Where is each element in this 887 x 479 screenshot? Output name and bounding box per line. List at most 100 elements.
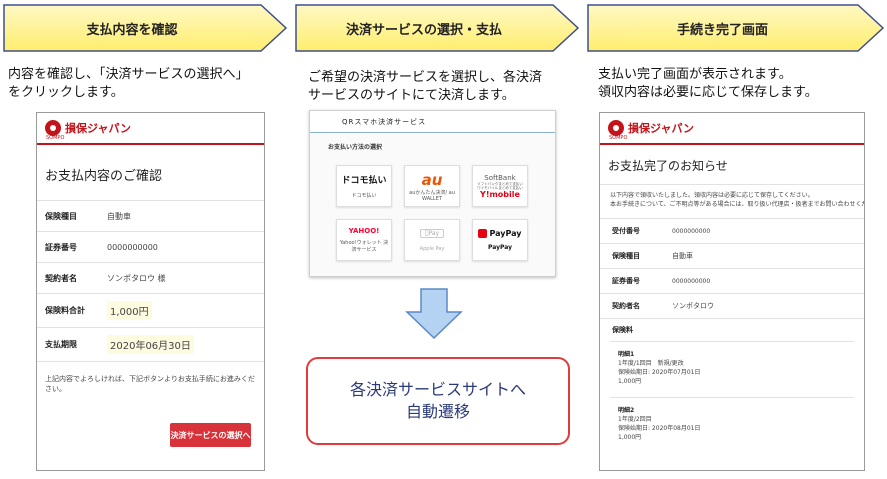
table-row: 保険料 <box>600 319 864 341</box>
step-description-1: 内容を確認し、「決済サービスの選択へ」 をクリックします。 <box>8 66 288 102</box>
table-row: 証券番号 0000000000 <box>37 232 264 263</box>
ymobile-logo: Y!mobile <box>480 189 520 199</box>
desc-line: サービスのサイトにて決済します。 <box>308 88 515 103</box>
softbank-pay-tile[interactable]: SoftBank ソフトバンクまとめて支払い ワイモバイルまとめて支払い Y!m… <box>472 165 528 207</box>
step-label: 手続き完了画面 <box>676 22 768 38</box>
row-label: 保険料合計 <box>45 306 85 315</box>
payment-subheader: お支払い方法の選択 <box>328 144 383 151</box>
row-value: 0000000000 <box>107 242 158 252</box>
row-value: 1,000円 <box>107 301 152 320</box>
row-value: 自動車 <box>107 211 131 221</box>
payment-header: QRスマホ決済サービス <box>310 111 555 133</box>
desc-line: 支払い完了画面が表示されます。 <box>598 67 792 82</box>
paypay-logo: PayPay <box>478 229 522 238</box>
desc-line: 内容を確認し、「決済サービスの選択へ」 <box>8 67 249 82</box>
auto-transition-box: 各決済サービスサイトへ 自動遷移 <box>306 357 570 445</box>
item-line: 保険始期日: 2020年08月01日 <box>618 425 701 432</box>
item-line: 1,000円 <box>618 378 642 385</box>
step-label: 支払内容を確認 <box>86 22 178 38</box>
table-row: 保険料合計 1,000円 <box>37 294 264 328</box>
down-arrow-icon <box>405 288 463 340</box>
yahoo-logo: YAHOO! <box>348 227 380 235</box>
item-line: 1,000円 <box>618 434 642 441</box>
tile-caption: ソフトバンクまとめて支払い ワイモバイルまとめて支払い <box>477 181 523 190</box>
brand-header: 損保ジャパン SOMPO <box>37 113 264 145</box>
transition-line: 自動遷移 <box>405 402 470 421</box>
apple-pay-tile[interactable]: Pay Apple Pay <box>404 219 460 261</box>
desc-line: 領収内容は必要に応じて保存します。 <box>598 85 818 100</box>
desc-line: をクリックします。 <box>8 85 124 100</box>
table-row: 契約者名 ソンポタロウ <box>600 294 864 319</box>
table-row: 保険種目 自動車 <box>37 201 264 232</box>
premium-item: 明細2 1年度/2回目 保険始期日: 2020年08月01日 1,000円 <box>610 397 854 442</box>
paypay-icon <box>478 229 488 238</box>
payment-service-select-button[interactable]: 決済サービスの選択へ <box>170 423 251 447</box>
au-logo: au <box>421 170 443 189</box>
message-line: 本お手続きについて、ご不明点等がある場合には、取り扱い代理店・扱者までお問い合わ… <box>610 201 864 208</box>
row-label: 契約者名 <box>45 273 77 283</box>
transition-line: 各決済サービスサイトへ <box>349 380 526 399</box>
message-line: 以下内容で領収いたしました。領収内容は必要に応じて保存してください。 <box>610 192 814 199</box>
complete-screen: 損保ジャパン SOMPO お支払完了のお知らせ 以下内容で領収いたしました。領収… <box>599 112 865 471</box>
row-label: 受付番号 <box>612 227 640 235</box>
row-label: 支払期限 <box>45 340 77 349</box>
paypay-logo-text: PayPay <box>489 229 522 238</box>
row-value: 0000000000 <box>672 277 711 285</box>
tile-caption: Yahoo!ウォレット 決済サービス <box>339 240 389 253</box>
table-row: 契約者名 ソンポタロウ 様 <box>37 263 264 294</box>
row-value: 2020年06月30日 <box>107 335 194 354</box>
row-value: ソンポタロウ <box>672 302 714 310</box>
yahoo-wallet-tile[interactable]: YAHOO! Yahoo!ウォレット 決済サービス <box>336 219 392 261</box>
item-title: 明細1 <box>618 351 635 358</box>
row-value: ソンポタロウ 様 <box>107 273 166 283</box>
apple-pay-icon: Pay <box>419 228 445 238</box>
table-row: 証券番号 0000000000 <box>600 269 864 294</box>
complete-message: 以下内容で領収いたしました。領収内容は必要に応じて保存してください。 本お手続き… <box>600 185 864 219</box>
step-chevron-1: 支払内容を確認 <box>3 4 288 52</box>
item-title: 明細2 <box>618 407 635 414</box>
row-label: 保険種目 <box>612 252 640 260</box>
row-label: 保険種目 <box>45 211 77 221</box>
au-pay-tile[interactable]: au auかんたん決済/ au WALLET <box>404 165 460 207</box>
page-title: お支払内容のご確認 <box>37 165 264 201</box>
item-line: 保険始期日: 2020年07月01日 <box>618 369 701 376</box>
tile-caption: PayPay <box>487 244 513 251</box>
payment-select-screen: QRスマホ決済サービス お支払い方法の選択 ドコモ払い ドコモ払い au auか… <box>309 110 556 277</box>
paypay-tile[interactable]: PayPay PayPay <box>472 219 528 261</box>
sompo-logo-icon <box>45 120 61 136</box>
step-description-3: 支払い完了画面が表示されます。 領収内容は必要に応じて保存します。 <box>598 66 883 102</box>
row-label: 証券番号 <box>612 277 640 285</box>
step-chevron-3: 手続き完了画面 <box>587 4 885 52</box>
brand-header: 損保ジャパン SOMPO <box>600 113 864 145</box>
row-label: 保険料 <box>612 326 633 334</box>
row-value: 自動車 <box>672 252 693 260</box>
step-description-2: ご希望の決済サービスを選択し、各決済 サービスのサイトにて決済します。 <box>308 69 588 105</box>
step-label: 決済サービスの選択・支払 <box>345 22 502 38</box>
page-title: お支払完了のお知らせ <box>600 157 864 185</box>
table-row: 受付番号 0000000000 <box>600 219 864 244</box>
confirm-screen: 損保ジャパン SOMPO お支払内容のご確認 保険種目 自動車 証券番号 000… <box>36 112 265 471</box>
table-row: 支払期限 2020年06月30日 <box>37 328 264 362</box>
item-line: 1年度/1回目 新規/更改 <box>618 360 684 367</box>
sompo-logo-icon <box>608 120 624 136</box>
brand-name: 損保ジャパン <box>628 122 694 135</box>
docomo-pay-tile[interactable]: ドコモ払い ドコモ払い <box>336 165 392 207</box>
complete-table: 受付番号 0000000000 保険種目 自動車 証券番号 0000000000… <box>600 219 864 341</box>
brand-sub: SOMPO <box>609 135 628 141</box>
softbank-logo: SoftBank <box>484 173 516 182</box>
tile-caption: auかんたん決済/ au WALLET <box>409 189 455 202</box>
brand-sub: SOMPO <box>46 135 65 141</box>
item-line: 1年度/2回目 <box>618 416 652 423</box>
row-value: 0000000000 <box>672 227 711 235</box>
tile-caption: Apple Pay <box>419 245 445 252</box>
confirm-table: 保険種目 自動車 証券番号 0000000000 契約者名 ソンポタロウ 様 保… <box>37 201 264 362</box>
table-row: 保険種目 自動車 <box>600 244 864 269</box>
confirm-note: 上記内容でよろしければ、下記ボタンよりお支払手続にお進みください。 <box>45 375 255 393</box>
row-label: 証券番号 <box>45 242 77 252</box>
premium-item: 明細1 1年度/1回目 新規/更改 保険始期日: 2020年07月01日 1,0… <box>610 341 854 393</box>
brand-name: 損保ジャパン <box>65 122 131 135</box>
desc-line: ご希望の決済サービスを選択し、各決済 <box>308 70 543 85</box>
tile-caption: ドコモ払い <box>351 193 377 199</box>
docomo-logo: ドコモ払い <box>341 176 387 186</box>
step-chevron-2: 決済サービスの選択・支払 <box>295 4 580 52</box>
